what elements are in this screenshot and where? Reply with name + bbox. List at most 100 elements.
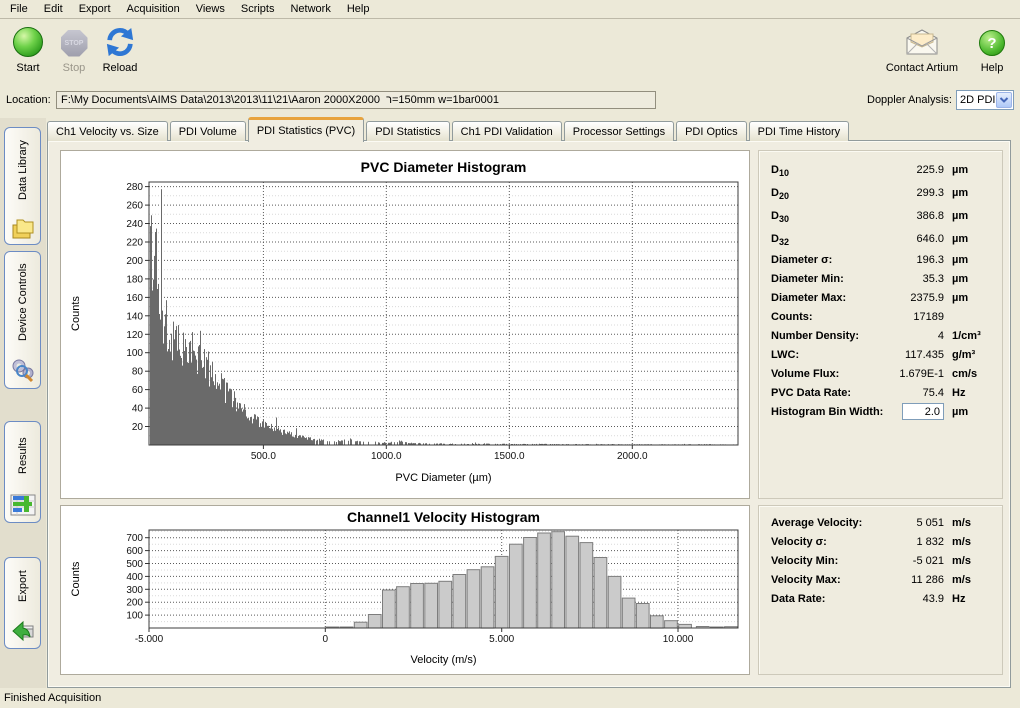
tab-content-pdi-statistics-pvc: 2040608010012014016018020022024026028050… <box>47 140 1011 688</box>
pvc-stat-row-d32: D32646.0µm <box>759 227 1002 250</box>
stat-label: Histogram Bin Width: <box>771 406 883 418</box>
stat-unit: Hz <box>952 593 996 605</box>
svg-text:Counts: Counts <box>70 561 82 596</box>
tab-pdi-volume[interactable]: PDI Volume <box>170 121 246 141</box>
tab-pdi-time-history[interactable]: PDI Time History <box>749 121 850 141</box>
envelope-icon <box>905 29 939 55</box>
status-text: Finished Acquisition <box>4 692 101 704</box>
stat-label: Velocity σ: <box>771 536 827 548</box>
start-button-label: Start <box>16 62 39 74</box>
sidebar-item-label: Data Library <box>17 128 29 217</box>
velocity-stat-row-velocity-max: Velocity Max:11 286m/s <box>759 570 1002 589</box>
stat-label: Diameter σ: <box>771 254 832 266</box>
pvc-diameter-histogram-chart: 2040608010012014016018020022024026028050… <box>60 150 750 499</box>
pvc-stat-row-d30: D30 386.8 µm <box>759 204 1002 227</box>
menu-item-acquisition[interactable]: Acquisition <box>119 1 188 17</box>
svg-text:240: 240 <box>126 219 143 230</box>
stat-unit: m/s <box>952 574 996 586</box>
tab-pdi-statistics[interactable]: PDI Statistics <box>366 121 449 141</box>
folders-icon <box>10 217 36 239</box>
svg-text:80: 80 <box>132 367 144 378</box>
sidebar-item-results[interactable]: Results <box>4 421 41 523</box>
tab-pdi-optics[interactable]: PDI Optics <box>676 121 747 141</box>
doppler-analysis-value: 2D PDI <box>957 94 996 106</box>
location-input[interactable] <box>56 91 656 109</box>
stat-value: 646.0 <box>916 233 944 245</box>
svg-text:400: 400 <box>126 572 143 583</box>
histogram-bin-width-input[interactable] <box>902 403 944 420</box>
doppler-analysis-label: Doppler Analysis: <box>867 94 952 106</box>
stat-label: Diameter Min: <box>771 273 844 285</box>
svg-text:120: 120 <box>126 330 143 341</box>
sidebar-item-data-library[interactable]: Data Library <box>4 127 41 245</box>
sidebar-item-label: Device Controls <box>17 252 29 357</box>
stat-unit: m/s <box>952 517 996 529</box>
pvc-stat-row-pvc-data-rate: PVC Data Rate:75.4Hz <box>759 383 1002 402</box>
stat-unit: m/s <box>952 536 996 548</box>
velocity-stat-row-velocity: Velocity σ:1 832m/s <box>759 532 1002 551</box>
stat-label: Data Rate: <box>771 593 825 605</box>
svg-text:600: 600 <box>126 546 143 557</box>
chevron-down-icon[interactable] <box>996 92 1012 108</box>
location-label: Location: <box>6 94 56 106</box>
svg-text:200: 200 <box>126 256 143 267</box>
help-button-label: Help <box>981 62 1004 74</box>
start-button[interactable]: Start <box>10 26 46 74</box>
menu-item-scripts[interactable]: Scripts <box>233 1 283 17</box>
stat-unit: µm <box>952 210 996 222</box>
stat-label: Diameter Max: <box>771 292 846 304</box>
tab-ch1-pdi-validation[interactable]: Ch1 PDI Validation <box>452 121 562 141</box>
stat-unit: m/s <box>952 555 996 567</box>
sidebar-item-export[interactable]: Export <box>4 557 41 649</box>
menu-item-network[interactable]: Network <box>282 1 338 17</box>
stat-value: 225.9 <box>916 164 944 176</box>
help-button[interactable]: ? Help <box>974 26 1010 74</box>
svg-text:20: 20 <box>132 422 144 433</box>
pvc-stat-row-counts: Counts:17189 <box>759 307 1002 326</box>
svg-text:280: 280 <box>126 182 143 193</box>
stat-value: 386.8 <box>916 210 944 222</box>
menu-item-file[interactable]: File <box>2 1 36 17</box>
tab-pdi-statistics-pvc[interactable]: PDI Statistics (PVC) <box>248 117 364 142</box>
menu-item-views[interactable]: Views <box>188 1 233 17</box>
stat-label: D30 <box>771 210 789 222</box>
svg-text:60: 60 <box>132 385 144 396</box>
stat-label: D20 <box>771 187 789 199</box>
stat-unit: µm <box>952 273 996 285</box>
svg-text:100: 100 <box>126 348 143 359</box>
menu-item-edit[interactable]: Edit <box>36 1 71 17</box>
stat-value: 2375.9 <box>910 292 944 304</box>
gears-icon <box>10 357 36 383</box>
menu-item-help[interactable]: Help <box>339 1 378 17</box>
svg-text:Counts: Counts <box>70 296 82 331</box>
svg-text:300: 300 <box>126 585 143 596</box>
reload-button[interactable]: Reload <box>102 26 138 74</box>
sidebar-item-device-controls[interactable]: Device Controls <box>4 251 41 389</box>
reload-button-label: Reload <box>103 62 138 74</box>
stat-value: 17189 <box>913 311 944 323</box>
contact-artium-label: Contact Artium <box>886 62 958 74</box>
svg-text:500.0: 500.0 <box>251 451 276 462</box>
status-bar: Finished Acquisition <box>0 688 1020 708</box>
svg-text:Velocity (m/s): Velocity (m/s) <box>410 654 476 666</box>
tab-processor-settings[interactable]: Processor Settings <box>564 121 674 141</box>
stat-unit: µm <box>952 254 996 266</box>
tab-strip: Ch1 Velocity vs. SizePDI VolumePDI Stati… <box>47 116 851 141</box>
stat-value: -5 021 <box>913 555 944 567</box>
stop-button-label: Stop <box>63 62 86 74</box>
stat-label: LWC: <box>771 349 799 361</box>
tab-ch1-velocity-vs-size[interactable]: Ch1 Velocity vs. Size <box>47 121 168 141</box>
stat-unit: Hz <box>952 387 996 399</box>
doppler-analysis-select[interactable]: 2D PDI <box>956 90 1014 110</box>
help-icon: ? <box>979 30 1005 56</box>
pvc-stat-row-diameter-min: Diameter Min:35.3µm <box>759 269 1002 288</box>
svg-text:500: 500 <box>126 559 143 570</box>
stat-unit: µm <box>952 187 996 199</box>
stat-value: 4 <box>938 330 944 342</box>
export-icon <box>10 619 36 643</box>
contact-artium-button[interactable]: Contact Artium <box>886 26 958 74</box>
svg-text:700: 700 <box>126 533 143 544</box>
pvc-stat-row-number-density: Number Density:41/cm³ <box>759 326 1002 345</box>
stop-button[interactable]: STOP Stop <box>56 26 92 74</box>
menu-item-export[interactable]: Export <box>71 1 119 17</box>
